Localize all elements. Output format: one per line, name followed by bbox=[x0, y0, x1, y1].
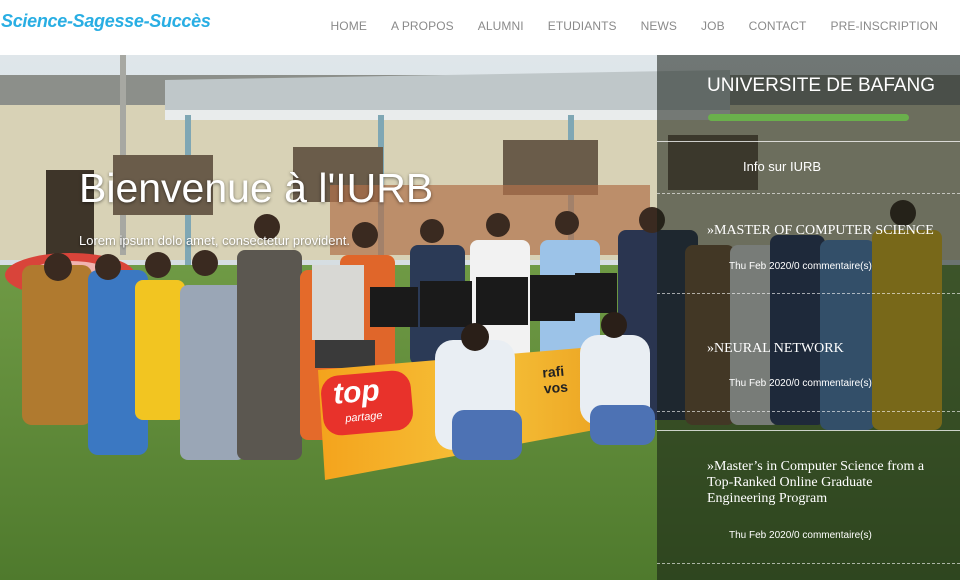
banner-logo-subtext: partage bbox=[344, 409, 384, 425]
nav-pre-inscription[interactable]: PRE-INSCRIPTION bbox=[830, 19, 938, 33]
divider bbox=[657, 193, 960, 194]
nav-news[interactable]: NEWS bbox=[641, 19, 677, 33]
news-item-title[interactable]: »NEURAL NETWORK bbox=[707, 341, 957, 357]
header: Science-Sagesse-Succès HOME A PROPOS ALU… bbox=[0, 0, 960, 55]
divider bbox=[657, 411, 960, 412]
panel-accent-bar bbox=[708, 114, 909, 121]
hero-title: Bienvenue à l'IURB bbox=[79, 165, 434, 211]
news-item-title[interactable]: »MASTER OF COMPUTER SCIENCE bbox=[707, 223, 957, 239]
news-panel: UNIVERSITE DE BAFANG Info sur IURB »MAST… bbox=[657, 55, 960, 580]
panel-title: UNIVERSITE DE BAFANG bbox=[707, 75, 936, 96]
news-item-meta: Thu Feb 2020/0 commentaire(s) bbox=[729, 261, 872, 272]
nav-alumni[interactable]: ALUMNI bbox=[478, 19, 524, 33]
nav-job[interactable]: JOB bbox=[701, 19, 725, 33]
hero-subtitle: Lorem ipsum dolo amet, consectetur provi… bbox=[79, 233, 350, 248]
banner-logo-text: top bbox=[331, 373, 382, 411]
site-tagline-logo[interactable]: Science-Sagesse-Succès bbox=[1, 11, 211, 32]
info-link[interactable]: Info sur IURB bbox=[743, 159, 821, 174]
nav-etudiants[interactable]: ETUDIANTS bbox=[548, 19, 617, 33]
divider bbox=[657, 293, 960, 294]
banner-text: rafi vos bbox=[541, 362, 569, 397]
news-item-meta: Thu Feb 2020/0 commentaire(s) bbox=[729, 530, 872, 541]
nav-contact[interactable]: CONTACT bbox=[749, 19, 807, 33]
news-item-title[interactable]: »Master’s in Computer Science from a Top… bbox=[707, 459, 932, 507]
divider bbox=[657, 430, 960, 431]
nav-home[interactable]: HOME bbox=[331, 19, 367, 33]
banner-logo: top partage bbox=[319, 369, 415, 437]
news-item-meta: Thu Feb 2020/0 commentaire(s) bbox=[729, 378, 872, 389]
divider bbox=[657, 141, 960, 142]
hero-section: top partage rafi vos Bienvenue à l'IURB … bbox=[0, 55, 960, 580]
nav-a-propos[interactable]: A PROPOS bbox=[391, 19, 454, 33]
divider bbox=[657, 563, 960, 564]
main-nav: HOME A PROPOS ALUMNI ETUDIANTS NEWS JOB … bbox=[307, 19, 938, 33]
